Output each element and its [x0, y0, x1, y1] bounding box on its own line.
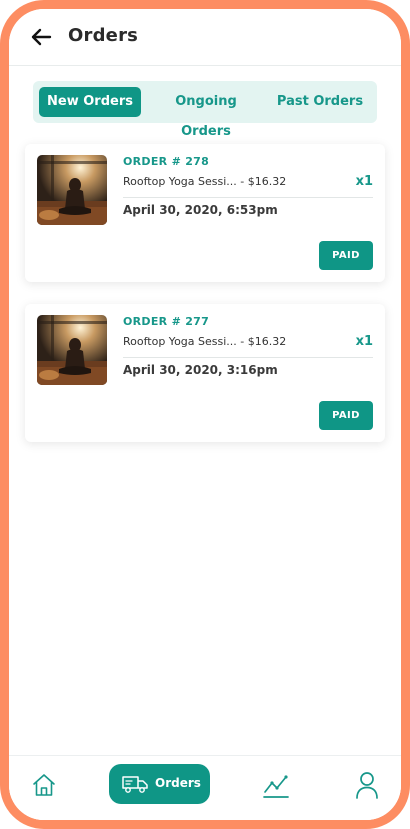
home-icon[interactable] — [31, 772, 57, 798]
order-date: April 30, 2020, 3:16pm — [123, 363, 278, 377]
bottom-nav: Orders — [9, 755, 401, 820]
nav-orders-button[interactable]: Orders — [109, 764, 210, 804]
item-quantity: x1 — [355, 334, 373, 349]
phone-frame: Orders New Orders Ongoing Orders Past Or… — [0, 0, 410, 829]
item-price: - $16.32 — [236, 175, 287, 188]
order-item: Rooftop Yoga Sessi... - $16.32 — [123, 175, 286, 188]
tab-ongoing-orders[interactable]: Ongoing Orders — [150, 87, 262, 139]
order-card[interactable]: ORDER # 277 Rooftop Yoga Sessi... - $16.… — [25, 304, 385, 442]
nav-orders-label: Orders — [155, 776, 201, 790]
order-number: ORDER # 278 — [123, 155, 210, 168]
header: Orders — [9, 9, 401, 66]
status-badge: PAID — [319, 401, 373, 430]
order-thumbnail — [37, 155, 107, 225]
user-icon[interactable] — [355, 771, 379, 799]
item-quantity: x1 — [355, 174, 373, 189]
order-tabs: New Orders Ongoing Orders Past Orders — [33, 81, 377, 139]
divider — [123, 197, 373, 198]
order-thumbnail — [37, 315, 107, 385]
arrow-left-icon[interactable] — [29, 25, 53, 49]
divider — [123, 357, 373, 358]
order-number: ORDER # 277 — [123, 315, 210, 328]
item-name: Rooftop Yoga Sessi... — [123, 335, 237, 348]
item-name: Rooftop Yoga Sessi... — [123, 175, 237, 188]
truck-icon — [122, 776, 148, 793]
status-badge: PAID — [319, 241, 373, 270]
page-title: Orders — [68, 25, 139, 46]
order-card[interactable]: ORDER # 278 Rooftop Yoga Sessi... - $16.… — [25, 144, 385, 282]
tab-past-orders[interactable]: Past Orders — [271, 87, 369, 117]
orders-screen: Orders New Orders Ongoing Orders Past Or… — [9, 9, 401, 820]
tab-new-orders[interactable]: New Orders — [39, 87, 141, 117]
order-item: Rooftop Yoga Sessi... - $16.32 — [123, 335, 286, 348]
order-date: April 30, 2020, 6:53pm — [123, 203, 278, 217]
chart-line-icon[interactable] — [262, 771, 290, 799]
item-price: - $16.32 — [236, 335, 287, 348]
